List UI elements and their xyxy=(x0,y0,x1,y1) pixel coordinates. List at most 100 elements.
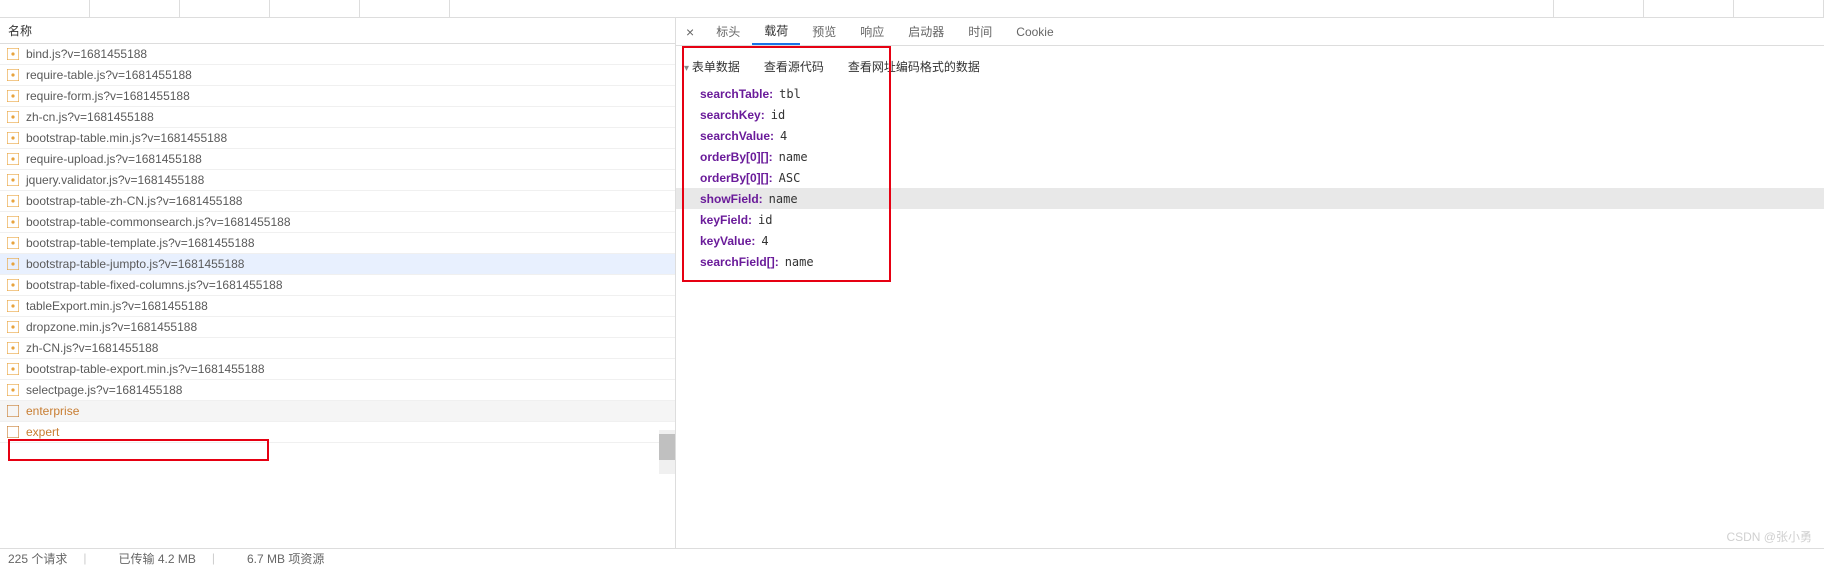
watermark: CSDN @张小勇 xyxy=(1726,528,1812,545)
details-tab[interactable]: 启动器 xyxy=(896,18,956,45)
form-data-row[interactable]: orderBy[0][]: ASC xyxy=(676,167,1824,188)
top-tab[interactable] xyxy=(90,0,180,17)
js-file-icon xyxy=(6,341,20,355)
request-name: require-form.js?v=1681455188 xyxy=(26,89,190,103)
top-tabs-bar xyxy=(0,0,1824,18)
xhr-file-icon xyxy=(6,425,20,439)
form-data-row[interactable]: searchTable: tbl xyxy=(676,83,1824,104)
close-icon[interactable]: × xyxy=(676,24,704,40)
request-item[interactable]: tableExport.min.js?v=1681455188 xyxy=(0,296,675,317)
form-data-row[interactable]: searchField[]:name xyxy=(676,251,1824,272)
top-tab[interactable] xyxy=(360,0,450,17)
details-tab[interactable]: 时间 xyxy=(956,18,1004,45)
request-name: require-table.js?v=1681455188 xyxy=(26,68,192,82)
request-item[interactable]: enterprise xyxy=(0,401,675,422)
request-name: expert xyxy=(26,425,59,439)
form-data-row[interactable]: keyValue:4 xyxy=(676,230,1824,251)
request-name: dropzone.min.js?v=1681455188 xyxy=(26,320,197,334)
request-item[interactable]: bootstrap-table-export.min.js?v=16814551… xyxy=(0,359,675,380)
request-item[interactable]: zh-CN.js?v=1681455188 xyxy=(0,338,675,359)
js-file-icon xyxy=(6,68,20,82)
js-file-icon xyxy=(6,194,20,208)
request-item[interactable]: bootstrap-table.min.js?v=1681455188 xyxy=(0,128,675,149)
js-file-icon xyxy=(6,110,20,124)
form-data-value: ASC xyxy=(779,171,801,185)
form-data-value: id xyxy=(771,108,785,122)
details-tab-bar: × 标头载荷预览响应启动器时间Cookie xyxy=(676,18,1824,46)
request-name: bootstrap-table.min.js?v=1681455188 xyxy=(26,131,227,145)
form-data-row[interactable]: orderBy[0][]: name xyxy=(676,146,1824,167)
details-tab[interactable]: 标头 xyxy=(704,18,752,45)
js-file-icon xyxy=(6,236,20,250)
form-data-key: searchTable: xyxy=(700,87,773,101)
form-data-row[interactable]: searchValue:4 xyxy=(676,125,1824,146)
form-data-value: tbl xyxy=(779,87,801,101)
request-item[interactable]: bind.js?v=1681455188 xyxy=(0,44,675,65)
request-item[interactable]: bootstrap-table-commonsearch.js?v=168145… xyxy=(0,212,675,233)
details-tab[interactable]: 响应 xyxy=(848,18,896,45)
request-item[interactable]: require-table.js?v=1681455188 xyxy=(0,65,675,86)
js-file-icon xyxy=(6,173,20,187)
form-data-row[interactable]: searchKey: id xyxy=(676,104,1824,125)
request-item[interactable]: require-form.js?v=1681455188 xyxy=(0,86,675,107)
request-item[interactable]: expert xyxy=(0,422,675,443)
form-data-key: showField: xyxy=(700,192,763,206)
form-data-value: name xyxy=(779,150,808,164)
js-file-icon xyxy=(6,320,20,334)
request-item[interactable]: require-upload.js?v=1681455188 xyxy=(0,149,675,170)
js-file-icon xyxy=(6,383,20,397)
top-tab[interactable] xyxy=(270,0,360,17)
form-data-key: orderBy[0][]: xyxy=(700,171,773,185)
form-header-item[interactable]: 表单数据 xyxy=(684,58,740,75)
resources-size: 6.7 MB 项资源 xyxy=(247,550,324,567)
request-item[interactable]: zh-cn.js?v=1681455188 xyxy=(0,107,675,128)
request-name: bind.js?v=1681455188 xyxy=(26,47,147,61)
form-data-value: name xyxy=(769,192,798,206)
js-file-icon xyxy=(6,152,20,166)
js-file-icon xyxy=(6,257,20,271)
form-data-row[interactable]: keyField:id xyxy=(676,209,1824,230)
request-name: enterprise xyxy=(26,404,79,418)
form-data-key: searchValue: xyxy=(700,129,774,143)
request-item[interactable]: dropzone.min.js?v=1681455188 xyxy=(0,317,675,338)
form-data-list: searchTable: tbl searchKey: id searchValue:4… xyxy=(676,83,1824,272)
js-file-icon xyxy=(6,278,20,292)
form-data-value: id xyxy=(758,213,772,227)
details-tab[interactable]: 预览 xyxy=(800,18,848,45)
js-file-icon xyxy=(6,47,20,61)
form-data-value: name xyxy=(785,255,814,269)
form-header-item[interactable]: 查看网址编码格式的数据 xyxy=(848,58,980,75)
top-tab[interactable] xyxy=(450,0,1554,17)
js-file-icon xyxy=(6,89,20,103)
request-name: tableExport.min.js?v=1681455188 xyxy=(26,299,208,313)
details-tab[interactable]: 载荷 xyxy=(752,18,800,45)
form-data-key: searchKey: xyxy=(700,108,765,122)
form-header-item[interactable]: 查看源代码 xyxy=(764,58,824,75)
top-tab[interactable] xyxy=(1554,0,1644,17)
name-column-header[interactable]: 名称 xyxy=(0,18,675,44)
scrollbar-thumb[interactable] xyxy=(659,434,675,460)
request-name: zh-cn.js?v=1681455188 xyxy=(26,110,154,124)
request-name: require-upload.js?v=1681455188 xyxy=(26,152,202,166)
request-name: jquery.validator.js?v=1681455188 xyxy=(26,173,204,187)
request-item[interactable]: selectpage.js?v=1681455188 xyxy=(0,380,675,401)
top-tab[interactable] xyxy=(1734,0,1824,17)
request-item[interactable]: jquery.validator.js?v=1681455188 xyxy=(0,170,675,191)
request-name: bootstrap-table-jumpto.js?v=1681455188 xyxy=(26,257,244,271)
xhr-file-icon xyxy=(6,404,20,418)
top-tab[interactable] xyxy=(180,0,270,17)
form-data-key: orderBy[0][]: xyxy=(700,150,773,164)
request-details-panel: × 标头载荷预览响应启动器时间Cookie 表单数据 查看源代码 查看网址编码格式的… xyxy=(676,18,1824,548)
top-tab[interactable] xyxy=(0,0,90,17)
request-item[interactable]: bootstrap-table-fixed-columns.js?v=16814… xyxy=(0,275,675,296)
request-item[interactable]: bootstrap-table-zh-CN.js?v=1681455188 xyxy=(0,191,675,212)
request-name: zh-CN.js?v=1681455188 xyxy=(26,341,158,355)
form-data-row[interactable]: showField: name xyxy=(676,188,1824,209)
scrollbar[interactable] xyxy=(659,430,675,474)
top-tab[interactable] xyxy=(1644,0,1734,17)
request-item[interactable]: bootstrap-table-jumpto.js?v=1681455188 xyxy=(0,254,675,275)
details-tab[interactable]: Cookie xyxy=(1004,18,1065,45)
js-file-icon xyxy=(6,362,20,376)
request-name: selectpage.js?v=1681455188 xyxy=(26,383,182,397)
request-item[interactable]: bootstrap-table-template.js?v=1681455188 xyxy=(0,233,675,254)
